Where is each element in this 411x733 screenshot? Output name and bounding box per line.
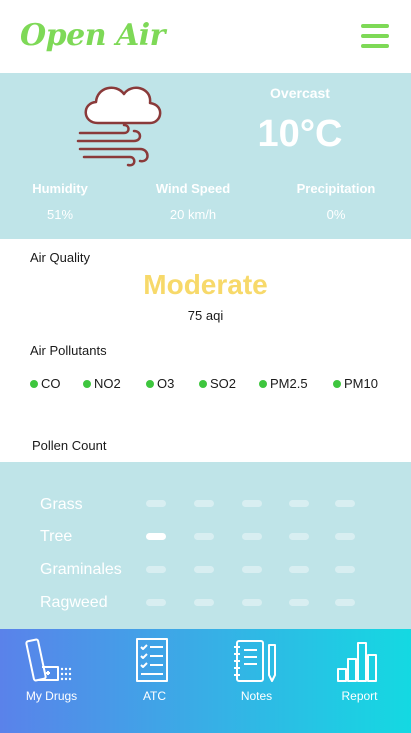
pollen-type-grass: Grass	[40, 496, 83, 513]
status-dot-icon	[333, 379, 341, 388]
stat-value: 0%	[326, 207, 346, 222]
wind-speed-stat: Wind Speed 20 km/h	[133, 181, 253, 222]
nav-label: My Drugs	[25, 689, 78, 703]
pollen-level-bar	[289, 533, 309, 540]
menu-line-icon	[361, 44, 389, 48]
air-pollutants-label: Air Pollutants	[30, 343, 107, 358]
nav-notes[interactable]: Notes	[205, 629, 308, 733]
status-dot-icon	[146, 379, 154, 388]
pollen-type-tree: Tree	[40, 528, 73, 545]
pollen-level-bar	[289, 500, 309, 507]
weather-panel: Overcast 10°C Humidity 51% Wind Speed 20…	[0, 73, 411, 239]
air-quality-label: Air Quality	[30, 250, 90, 265]
pollen-panel: Grass Tree Graminales Ragweed	[0, 462, 411, 629]
checklist-icon	[136, 638, 168, 682]
hamburger-menu-button[interactable]	[361, 24, 389, 48]
pollutant-label: CO	[41, 376, 61, 391]
pollen-level-bar	[146, 500, 166, 507]
app-logo: Open Air	[20, 18, 165, 53]
pollutant-label: PM10	[344, 376, 378, 391]
pollen-type-ragweed: Ragweed	[40, 594, 108, 611]
stat-label: Humidity	[32, 181, 88, 196]
pollutant-label: SO2	[210, 376, 237, 391]
pollen-level-bar	[194, 533, 214, 540]
nav-my-drugs[interactable]: My Drugs	[0, 629, 103, 733]
pollutant-pm10: PM10	[333, 376, 378, 391]
pollutant-label: O3	[157, 376, 175, 391]
status-dot-icon	[30, 379, 38, 388]
stat-label: Wind Speed	[155, 181, 231, 196]
pollutant-label: NO2	[94, 376, 121, 391]
pollen-level-bar	[146, 566, 166, 573]
pollen-level-bar	[194, 599, 214, 606]
pollen-level-bar	[335, 599, 355, 606]
pollutant-pm25: PM2.5	[259, 376, 308, 391]
pollutant-co: CO	[30, 376, 61, 391]
nav-report[interactable]: Report	[308, 629, 411, 733]
pollutant-label: PM2.5	[270, 376, 308, 391]
status-dot-icon	[259, 379, 267, 388]
pollen-level-bar	[289, 599, 309, 606]
pollen-level-bar	[242, 500, 262, 507]
status-dot-icon	[199, 379, 207, 388]
temperature-value: 10°C	[257, 113, 343, 155]
precipitation-stat: Precipitation 0%	[276, 181, 396, 222]
pollutant-no2: NO2	[83, 376, 121, 391]
aqi-value: 75 aqi	[187, 308, 224, 323]
stat-value: 51%	[46, 207, 74, 222]
notebook-icon	[234, 640, 276, 682]
app-header: Open Air	[0, 0, 411, 73]
pollen-level-bar	[242, 533, 262, 540]
air-quality-status: Moderate	[143, 269, 268, 300]
nav-label: Report	[341, 689, 378, 703]
humidity-stat: Humidity 51%	[0, 181, 120, 222]
pollutant-so2: SO2	[199, 376, 236, 391]
stat-label: Precipitation	[296, 181, 376, 196]
pollen-level-bar	[335, 500, 355, 507]
pollen-level-bar	[242, 566, 262, 573]
bottom-navigation: My Drugs ATC Notes Report	[0, 629, 411, 733]
stat-value: 20 km/h	[169, 207, 217, 222]
nav-label: Notes	[240, 689, 273, 703]
pollen-level-bar	[146, 533, 166, 540]
pollen-level-bar	[242, 599, 262, 606]
nav-label: ATC	[142, 689, 167, 703]
pollutant-o3: O3	[146, 376, 174, 391]
inhaler-icon	[25, 638, 72, 682]
menu-line-icon	[361, 34, 389, 38]
status-dot-icon	[83, 379, 91, 388]
pollen-type-graminales: Graminales	[40, 561, 122, 578]
nav-atc[interactable]: ATC	[103, 629, 206, 733]
weather-condition: Overcast	[270, 85, 330, 101]
pollen-level-bar	[335, 533, 355, 540]
pollen-level-bar	[194, 500, 214, 507]
bar-chart-icon	[337, 642, 377, 682]
menu-line-icon	[361, 24, 389, 28]
pollen-level-bar	[289, 566, 309, 573]
pollen-count-label: Pollen Count	[32, 438, 107, 453]
pollen-level-bar	[335, 566, 355, 573]
cloudy-windy-icon	[76, 86, 162, 167]
pollen-level-bar	[194, 566, 214, 573]
pollen-level-bar	[146, 599, 166, 606]
